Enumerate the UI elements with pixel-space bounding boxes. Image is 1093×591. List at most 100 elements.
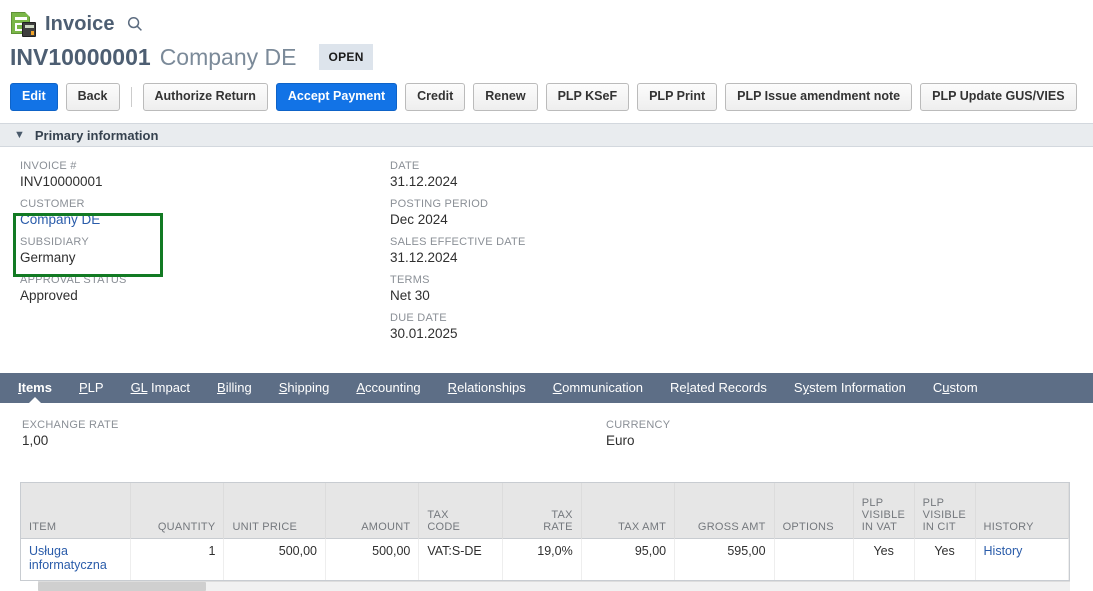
tab-related-records[interactable]: Related Records	[670, 373, 767, 403]
tab-label: Accounting	[356, 380, 420, 395]
tab-label: Communication	[553, 380, 643, 395]
field-value: Dec 2024	[390, 211, 730, 228]
field-currency: CURRENCY Euro	[606, 418, 670, 449]
record-action-toolbar: Edit Back Authorize Return Accept Paymen…	[0, 72, 1093, 113]
primary-information-header[interactable]: ▼ Primary information	[0, 123, 1093, 147]
plp-ksef-button[interactable]: PLP KSeF	[546, 83, 630, 110]
primary-info-right-column: DATE 31.12.2024 POSTING PERIOD Dec 2024 …	[390, 159, 730, 349]
tab-accounting[interactable]: Accounting	[356, 373, 420, 403]
record-customer-name: Company DE	[160, 44, 297, 71]
field-value-link[interactable]: Company DE	[20, 211, 360, 228]
field-value: Approved	[20, 287, 360, 304]
tab-label: Related Records	[670, 380, 767, 395]
cell-tax-code: VAT:S-DE	[419, 539, 502, 581]
field-date: DATE 31.12.2024	[390, 159, 730, 190]
credit-button[interactable]: Credit	[405, 83, 465, 110]
page-title: INV10000001	[10, 44, 151, 71]
history-link[interactable]: History	[984, 544, 1023, 558]
field-terms: TERMS Net 30	[390, 273, 730, 304]
tab-plp[interactable]: PLP	[79, 373, 104, 403]
tab-label: Billing	[217, 380, 252, 395]
search-icon[interactable]	[127, 16, 143, 32]
field-value: 30.01.2025	[390, 325, 730, 342]
edit-button[interactable]: Edit	[10, 83, 58, 110]
column-header-tax-rate[interactable]: TAX RATE	[502, 483, 581, 539]
back-button[interactable]: Back	[66, 83, 120, 110]
column-header-tax-code[interactable]: TAX CODE	[419, 483, 502, 539]
cell-tax-rate: 19,0%	[502, 539, 581, 581]
items-sublist: ITEM QUANTITY UNIT PRICE AMOUNT TAX CODE…	[20, 482, 1070, 581]
tab-communication[interactable]: Communication	[553, 373, 643, 403]
cell-plp-visible-in-cit: Yes	[914, 539, 975, 581]
chevron-down-icon[interactable]: ▼	[14, 130, 25, 141]
column-header-plp-visible-in-vat[interactable]: PLP VISIBLE IN VAT	[853, 483, 914, 539]
tab-relationships[interactable]: Relationships	[448, 373, 526, 403]
tab-gl-impact[interactable]: GL Impact	[131, 373, 190, 403]
item-link[interactable]: Usługa informatyczna	[29, 544, 107, 572]
renew-button[interactable]: Renew	[473, 83, 537, 110]
field-label: EXCHANGE RATE	[22, 418, 119, 432]
field-label: TERMS	[390, 273, 730, 287]
cell-item: Usługa informatyczna	[21, 539, 131, 581]
items-tab-header-fields: EXCHANGE RATE 1,00 CURRENCY Euro	[0, 410, 1093, 466]
primary-info-left-column: INVOICE # INV10000001 CUSTOMER Company D…	[20, 159, 360, 311]
tab-shipping[interactable]: Shipping	[279, 373, 330, 403]
column-header-amount[interactable]: AMOUNT	[325, 483, 418, 539]
column-header-quantity[interactable]: QUANTITY	[131, 483, 224, 539]
field-label: INVOICE #	[20, 159, 360, 173]
tab-label: Custom	[933, 380, 978, 395]
tab-custom[interactable]: Custom	[933, 373, 978, 403]
column-header-item[interactable]: ITEM	[21, 483, 131, 539]
field-value: Euro	[606, 432, 670, 449]
field-due-date: DUE DATE 30.01.2025	[390, 311, 730, 342]
record-title-line: INV10000001 Company DE OPEN	[10, 42, 1093, 72]
field-value: INV10000001	[20, 173, 360, 190]
tab-items[interactable]: Items	[18, 373, 52, 403]
record-header: Invoice INV10000001 Company DE OPEN	[0, 0, 1093, 72]
column-header-unit-price[interactable]: UNIT PRICE	[224, 483, 326, 539]
column-header-history[interactable]: HISTORY	[975, 483, 1068, 539]
column-header-gross-amt[interactable]: GROSS AMT	[675, 483, 774, 539]
field-value: 31.12.2024	[390, 173, 730, 190]
cell-gross-amt: 595,00	[675, 539, 774, 581]
field-label: DATE	[390, 159, 730, 173]
column-header-tax-amt[interactable]: TAX AMT	[581, 483, 674, 539]
plp-print-button[interactable]: PLP Print	[637, 83, 717, 110]
tab-label: GL Impact	[131, 380, 190, 395]
toolbar-divider	[131, 87, 132, 107]
status-badge: OPEN	[319, 44, 372, 70]
tab-label: Relationships	[448, 380, 526, 395]
items-table: ITEM QUANTITY UNIT PRICE AMOUNT TAX CODE…	[21, 483, 1069, 580]
table-row[interactable]: Usługa informatyczna 1 500,00 500,00 VAT…	[21, 539, 1069, 581]
field-customer: CUSTOMER Company DE	[20, 197, 360, 228]
plp-issue-amendment-note-button[interactable]: PLP Issue amendment note	[725, 83, 912, 110]
field-label: SUBSIDIARY	[20, 235, 360, 249]
field-label: POSTING PERIOD	[390, 197, 730, 211]
tab-label: Shipping	[279, 380, 330, 395]
cell-options	[774, 539, 853, 581]
authorize-return-button[interactable]: Authorize Return	[143, 83, 268, 110]
plp-update-gus-vies-button[interactable]: PLP Update GUS/VIES	[920, 83, 1076, 110]
invoice-document-icon	[10, 11, 36, 37]
field-value: 31.12.2024	[390, 249, 730, 266]
cell-plp-visible-in-vat: Yes	[853, 539, 914, 581]
cell-amount: 500,00	[325, 539, 418, 581]
record-type-line: Invoice	[10, 10, 1093, 38]
field-subsidiary: SUBSIDIARY Germany	[20, 235, 360, 266]
field-exchange-rate: EXCHANGE RATE 1,00	[22, 418, 119, 449]
tab-billing[interactable]: Billing	[217, 373, 252, 403]
accept-payment-button[interactable]: Accept Payment	[276, 83, 397, 110]
column-header-plp-visible-in-cit[interactable]: PLP VISIBLE IN CIT	[914, 483, 975, 539]
cell-history: History	[975, 539, 1068, 581]
field-label: CUSTOMER	[20, 197, 360, 211]
tab-label: PLP	[79, 380, 104, 395]
tab-label: Items	[18, 380, 52, 395]
field-label: CURRENCY	[606, 418, 670, 432]
field-posting-period: POSTING PERIOD Dec 2024	[390, 197, 730, 228]
column-header-options[interactable]: OPTIONS	[774, 483, 853, 539]
tab-system-information[interactable]: System Information	[794, 373, 906, 403]
tab-label: System Information	[794, 380, 906, 395]
field-label: DUE DATE	[390, 311, 730, 325]
primary-information-title: Primary information	[35, 128, 159, 143]
cell-tax-amt: 95,00	[581, 539, 674, 581]
